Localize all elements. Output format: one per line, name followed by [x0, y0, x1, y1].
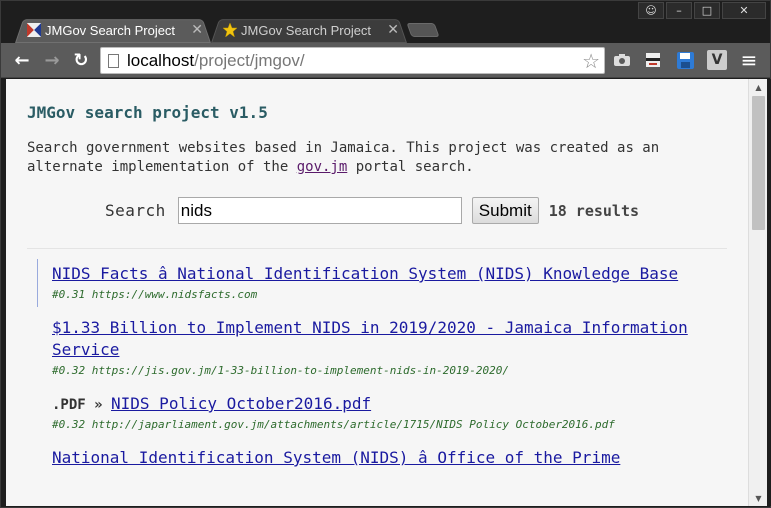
result-count: 18 results	[548, 201, 640, 220]
star-icon	[223, 23, 237, 37]
user-icon[interactable]: ☺	[638, 2, 664, 19]
result-link[interactable]: NIDS Facts â National Identification Sys…	[52, 264, 678, 283]
result-link[interactable]: $1.33 Billion to Implement NIDS in 2019/…	[52, 318, 688, 359]
list-item: $1.33 Billion to Implement NIDS in 2019/…	[27, 317, 727, 377]
divider	[27, 248, 727, 249]
save-disk-icon[interactable]	[675, 50, 695, 70]
result-meta: #0.31 https://www.nidsfacts.com	[52, 288, 258, 301]
gov-jm-link[interactable]: gov.jm	[297, 159, 348, 175]
search-form: Search Submit 18 results	[27, 197, 727, 224]
results-list: NIDS Facts â National Identification Sys…	[27, 259, 727, 469]
new-tab-button[interactable]	[406, 23, 440, 37]
page-viewport: JMGov search project v1.5 Search governm…	[6, 79, 748, 506]
browser-window: ☺ – □ ✕ JMGov Search Project ✕ JMGov Sea…	[0, 0, 771, 508]
result-meta: #0.32 https://jis.gov.jm/1-33-billion-to…	[52, 364, 509, 377]
close-tab-icon[interactable]: ✕	[191, 21, 203, 38]
result-meta: #0.32 http://japarliament.gov.jm/attachm…	[52, 418, 615, 431]
search-label: Search	[105, 201, 166, 220]
result-link[interactable]: National Identification System (NIDS) â …	[52, 448, 620, 467]
vertical-scrollbar[interactable]: ▲ ▼	[748, 79, 767, 506]
tab-title: JMGov Search Project	[241, 22, 372, 38]
v-extension-icon[interactable]: V	[707, 50, 727, 70]
tab-jmgov-active[interactable]: JMGov Search Project ✕	[15, 17, 211, 43]
intro-after: portal search.	[347, 159, 474, 175]
list-item: .PDF » NIDS Policy October2016.pdf #0.32…	[27, 393, 727, 431]
result-filetype: .PDF »	[52, 397, 112, 413]
url-host: localhost	[127, 50, 195, 70]
window-controls: ☺ – □ ✕	[638, 2, 766, 19]
submit-button[interactable]: Submit	[471, 197, 539, 224]
page-title: JMGov search project v1.5	[27, 103, 268, 122]
back-arrow-icon[interactable]: ←	[11, 49, 33, 71]
scroll-down-icon[interactable]: ▼	[749, 490, 768, 506]
reload-icon[interactable]: ↻	[70, 49, 92, 71]
browser-toolbar: ← → ↻ localhost/project/jmgov/ ☆ V ≡	[1, 43, 770, 78]
intro-text: Search government websites based in Jama…	[27, 139, 727, 177]
page-icon	[108, 54, 119, 68]
scroll-up-icon[interactable]: ▲	[749, 79, 768, 95]
close-window-button[interactable]: ✕	[722, 2, 766, 19]
jamaica-flag-icon	[27, 23, 41, 37]
forward-arrow-icon[interactable]: →	[41, 49, 63, 71]
menu-icon[interactable]: ≡	[739, 48, 759, 72]
scroll-thumb[interactable]	[752, 96, 765, 230]
title-bar: ☺ – □ ✕ JMGov Search Project ✕ JMGov Sea…	[1, 1, 770, 43]
url-path: /project/jmgov/	[194, 50, 305, 70]
result-link[interactable]: NIDS Policy October2016.pdf	[111, 394, 371, 413]
camera-icon[interactable]	[612, 50, 632, 70]
list-item: National Identification System (NIDS) â …	[27, 447, 727, 469]
address-bar[interactable]: localhost/project/jmgov/ ☆	[100, 47, 605, 74]
tab-title: JMGov Search Project	[45, 22, 176, 38]
window-border	[767, 79, 771, 506]
page-content: JMGov search project v1.5 Search governm…	[27, 93, 727, 485]
maximize-button[interactable]: □	[694, 2, 720, 19]
close-tab-icon[interactable]: ✕	[387, 21, 399, 38]
tab-jmgov-inactive[interactable]: JMGov Search Project ✕	[211, 17, 407, 43]
minimize-button[interactable]: –	[666, 2, 692, 19]
search-input[interactable]	[177, 197, 462, 224]
bookmark-star-icon[interactable]: ☆	[582, 49, 600, 74]
list-item: NIDS Facts â National Identification Sys…	[27, 259, 727, 307]
incognito-icon[interactable]	[643, 50, 663, 70]
